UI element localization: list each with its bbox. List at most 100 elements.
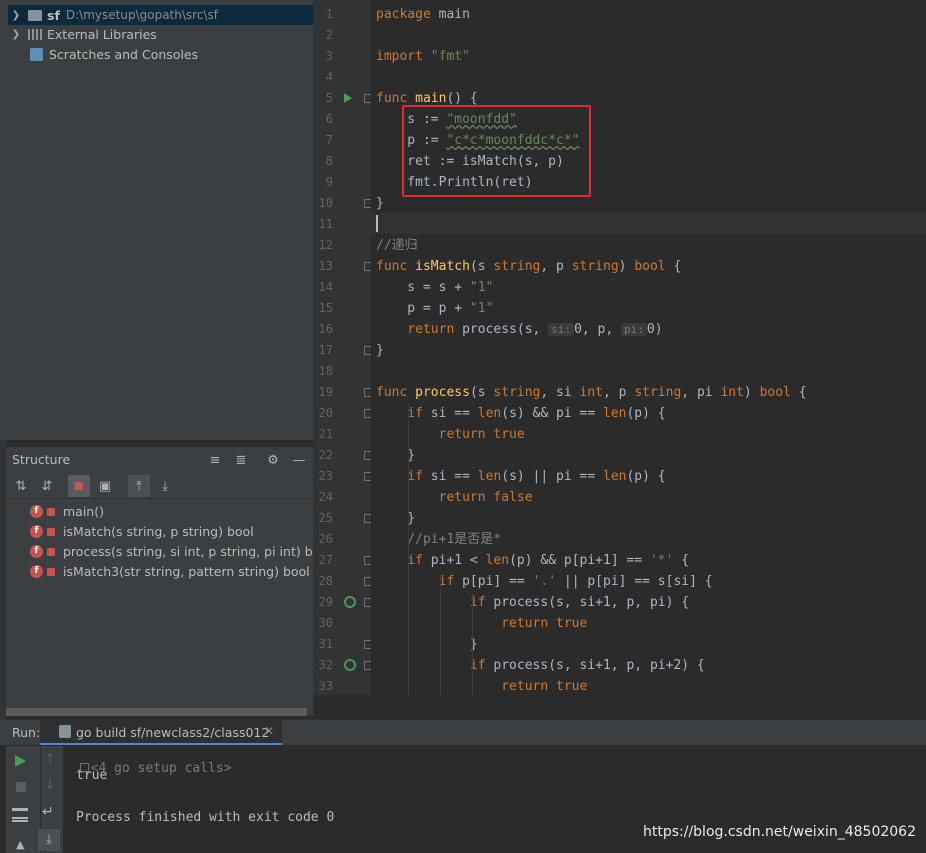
lock-icon xyxy=(47,508,55,516)
code-line[interactable]: //递归 xyxy=(376,235,418,256)
code-line[interactable]: if si == len(s) && pi == len(p) { xyxy=(376,403,665,424)
code-line[interactable]: if process(s, si+1, p, pi) { xyxy=(376,592,689,613)
recursive-call-icon[interactable] xyxy=(344,659,356,671)
autoscroll-to-source-icon[interactable]: ⤒ xyxy=(128,475,150,497)
stop-icon[interactable] xyxy=(16,782,26,792)
code-line[interactable]: if pi+1 < len(p) && p[pi+1] == '*' { xyxy=(376,550,689,571)
code-token: } xyxy=(376,343,384,358)
code-token: s = s + xyxy=(376,280,470,295)
rerun-icon[interactable] xyxy=(15,755,26,767)
code-token: func xyxy=(376,259,408,274)
code-line[interactable]: } xyxy=(376,193,384,214)
code-token: return true xyxy=(376,427,525,442)
code-line[interactable]: if si == len(s) || pi == len(p) { xyxy=(376,466,665,487)
run-main-icon[interactable] xyxy=(344,93,352,103)
code-token: "fmt" xyxy=(430,49,470,64)
code-token: p[pi] == xyxy=(454,574,533,589)
structure-member[interactable]: f process(s string, si int, p string, pi… xyxy=(30,541,328,561)
code-line[interactable]: package main xyxy=(376,4,470,25)
recursive-call-icon[interactable] xyxy=(344,596,356,608)
code-line[interactable]: return true xyxy=(376,424,525,445)
code-line[interactable]: } xyxy=(376,340,384,361)
code-token: import xyxy=(376,49,423,64)
code-token: func xyxy=(376,385,408,400)
gear-icon[interactable]: ⚙ xyxy=(262,449,284,471)
down-arrow-icon[interactable]: ↓ xyxy=(44,777,56,793)
function-icon: f xyxy=(30,564,43,578)
current-line-highlight xyxy=(371,213,926,234)
code-token: , p xyxy=(603,385,635,400)
go-build-icon xyxy=(59,725,71,738)
code-token: //pi+1是否是* xyxy=(376,532,502,547)
line-number: 8 xyxy=(325,154,333,168)
code-line[interactable]: s = s + "1" xyxy=(376,277,493,298)
code-line[interactable]: } xyxy=(376,508,415,529)
sort-alpha-icon[interactable]: ⇅ xyxy=(10,475,32,497)
scroll-to-end-icon[interactable]: ⤓ xyxy=(38,829,60,851)
minimize-icon[interactable]: — xyxy=(288,449,310,471)
tree-item-scratches[interactable]: Scratches and Consoles xyxy=(30,44,198,64)
line-number: 31 xyxy=(318,637,333,651)
code-line[interactable]: import "fmt" xyxy=(376,46,470,67)
line-number: 29 xyxy=(318,595,333,609)
scratches-icon xyxy=(30,47,43,61)
lock-icon xyxy=(47,528,55,536)
tree-item-external-libraries[interactable]: ❯ External Libraries xyxy=(10,24,157,44)
close-tab-icon[interactable]: ✕ xyxy=(264,724,274,738)
code-line[interactable]: } xyxy=(376,634,478,655)
code-token: main xyxy=(415,91,447,106)
code-token: process(s, si+1, p, pi) { xyxy=(485,595,690,610)
code-token: if xyxy=(376,406,423,421)
lock-icon xyxy=(47,548,55,556)
code-token: } xyxy=(376,448,416,463)
collapse-all-icon[interactable]: ≣ xyxy=(230,449,252,471)
chevron-right-icon[interactable]: ❯ xyxy=(10,29,22,40)
code-line[interactable]: return false xyxy=(376,487,533,508)
code-line[interactable]: func process(s string, si int, p string,… xyxy=(376,382,807,403)
code-line[interactable]: func isMatch(s string, p string) bool { xyxy=(376,256,681,277)
code-token: if xyxy=(376,574,455,589)
structure-member[interactable]: f main() xyxy=(30,501,104,521)
highlight-box-main-body xyxy=(402,105,591,197)
code-token: } xyxy=(376,637,478,652)
autoscroll-from-source-icon[interactable]: ⤓ xyxy=(154,475,176,497)
structure-member[interactable]: f isMatch(s string, p string) bool xyxy=(30,521,254,541)
code-token: pi+1 < xyxy=(422,553,486,568)
code-token: (s) || pi == xyxy=(501,469,603,484)
code-token: , p xyxy=(540,259,572,274)
code-line[interactable]: //pi+1是否是* xyxy=(376,529,501,550)
sort-visibility-icon[interactable]: ⇵ xyxy=(36,475,58,497)
console-finished: Process finished with exit code 0 xyxy=(76,810,335,825)
expand-all-icon[interactable]: ≡ xyxy=(204,449,226,471)
code-line[interactable]: if process(s, si+1, p, pi+2) { xyxy=(376,655,705,676)
code-token: { xyxy=(790,385,807,400)
up-arrow-icon[interactable]: ↑ xyxy=(44,752,56,768)
code-token: func xyxy=(376,91,408,106)
soft-wrap-icon[interactable]: ↵ xyxy=(42,804,54,820)
code-line[interactable]: return process(s, si: 0, p, pi: 0) xyxy=(376,319,662,340)
layout-icon[interactable] xyxy=(12,808,28,822)
folder-icon[interactable]: ▣ xyxy=(94,475,116,497)
code-token: main xyxy=(430,7,470,22)
code-line[interactable]: } xyxy=(376,445,415,466)
horizontal-scrollbar[interactable] xyxy=(6,708,307,716)
show-private-icon[interactable] xyxy=(68,475,90,497)
chevron-right-icon[interactable]: ❯ xyxy=(10,10,22,21)
code-token: return xyxy=(376,322,455,337)
pin-icon[interactable]: ▲ xyxy=(16,838,26,851)
code-line[interactable]: if p[pi] == '.' || p[pi] == s[si] { xyxy=(376,571,713,592)
text-caret xyxy=(376,215,378,232)
param-hint: si: xyxy=(548,323,575,336)
code-token: , pi xyxy=(681,385,721,400)
setup-calls: <4 go setup calls> xyxy=(90,761,232,776)
structure-toolbar: ⇅ ⇵ ▣ ⤒ ⤓ xyxy=(6,473,313,499)
member-label: process(s string, si int, p string, pi i… xyxy=(63,543,328,559)
code-token: , si xyxy=(540,385,580,400)
project-panel: ❯ sf D:\mysetup\gopath\src\sf ❯ External… xyxy=(0,0,313,440)
line-number: 33 xyxy=(318,679,333,693)
tree-item-root[interactable]: ❯ sf D:\mysetup\gopath\src\sf xyxy=(10,5,218,25)
structure-member[interactable]: f isMatch3(str string, pattern string) b… xyxy=(30,561,310,581)
code-line[interactable]: p = p + "1" xyxy=(376,298,493,319)
run-config-tab[interactable]: go build sf/newclass2/class012 ✕ xyxy=(40,720,282,745)
